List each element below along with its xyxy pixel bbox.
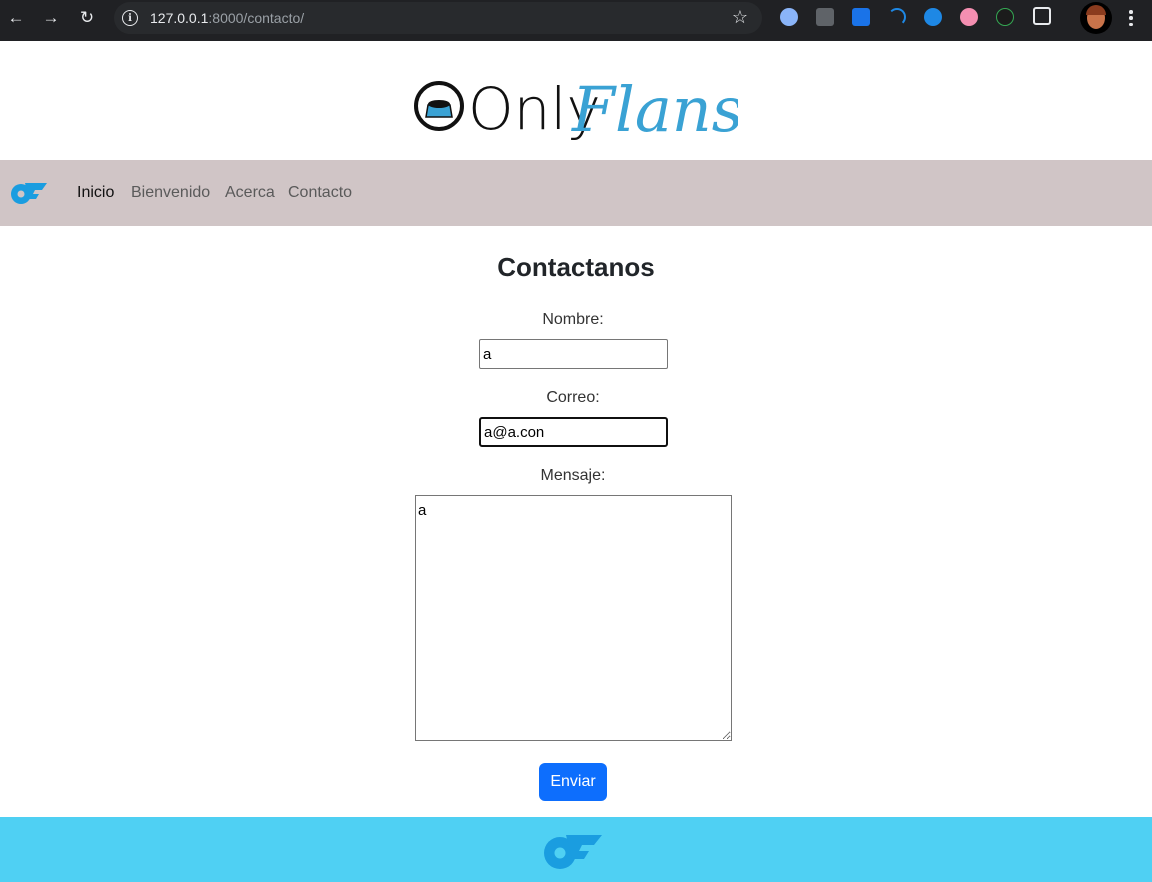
browser-menu-icon[interactable] [1126,8,1136,28]
reload-icon[interactable]: ↻ [73,4,101,32]
message-textarea[interactable]: a [415,495,732,741]
name-label: Nombre: [542,311,604,328]
forward-arrow-icon[interactable]: → [37,4,65,32]
address-bar[interactable]: i 127.0.0.1:8000/contacto/ ☆ [114,2,762,34]
logo-text-flans: Flans [571,73,738,146]
site-info-icon[interactable]: i [122,10,138,26]
page: Only Flans Inicio Bienvenido Acerca Cont… [0,41,1152,882]
extension-search-icon[interactable] [780,8,798,26]
footer-logo-icon [544,835,602,869]
message-label: Mensaje: [540,467,606,484]
profile-avatar[interactable] [1080,2,1112,34]
onlyflans-logo: Only Flans [414,73,738,146]
extension-play-icon[interactable] [924,8,942,26]
browser-toolbar: ← → ↻ i 127.0.0.1:8000/contacto/ ☆ [0,0,1152,41]
email-field[interactable] [479,417,668,447]
extension-wifi-icon[interactable] [888,8,906,26]
nav-link-contacto[interactable]: Contacto [288,184,352,202]
url-text[interactable]: 127.0.0.1:8000/contacto/ [150,10,304,26]
extension-bs-icon[interactable] [816,8,834,26]
extension-download-icon[interactable] [996,8,1014,26]
nav-link-acerca[interactable]: Acerca [225,184,275,202]
nav-link-bienvenido[interactable]: Bienvenido [131,184,210,202]
brand-icon[interactable] [11,180,47,206]
submit-button[interactable]: Enviar [539,763,607,801]
bookmark-star-icon[interactable]: ☆ [732,7,748,28]
footer [0,817,1152,882]
extensions-puzzle-icon[interactable] [1033,7,1051,25]
navbar: Inicio Bienvenido Acerca Contacto [0,160,1152,226]
url-path: :8000/contacto/ [208,10,305,26]
page-title: Contactanos [497,252,655,282]
nav-link-inicio[interactable]: Inicio [77,184,114,202]
name-field[interactable] [479,339,668,369]
url-host: 127.0.0.1 [150,10,209,26]
logo-header: Only Flans [0,41,1152,160]
back-arrow-icon[interactable]: ← [2,4,30,32]
extension-circle-icon[interactable] [960,8,978,26]
email-label: Correo: [546,389,600,406]
extension-translate-icon[interactable] [852,8,870,26]
